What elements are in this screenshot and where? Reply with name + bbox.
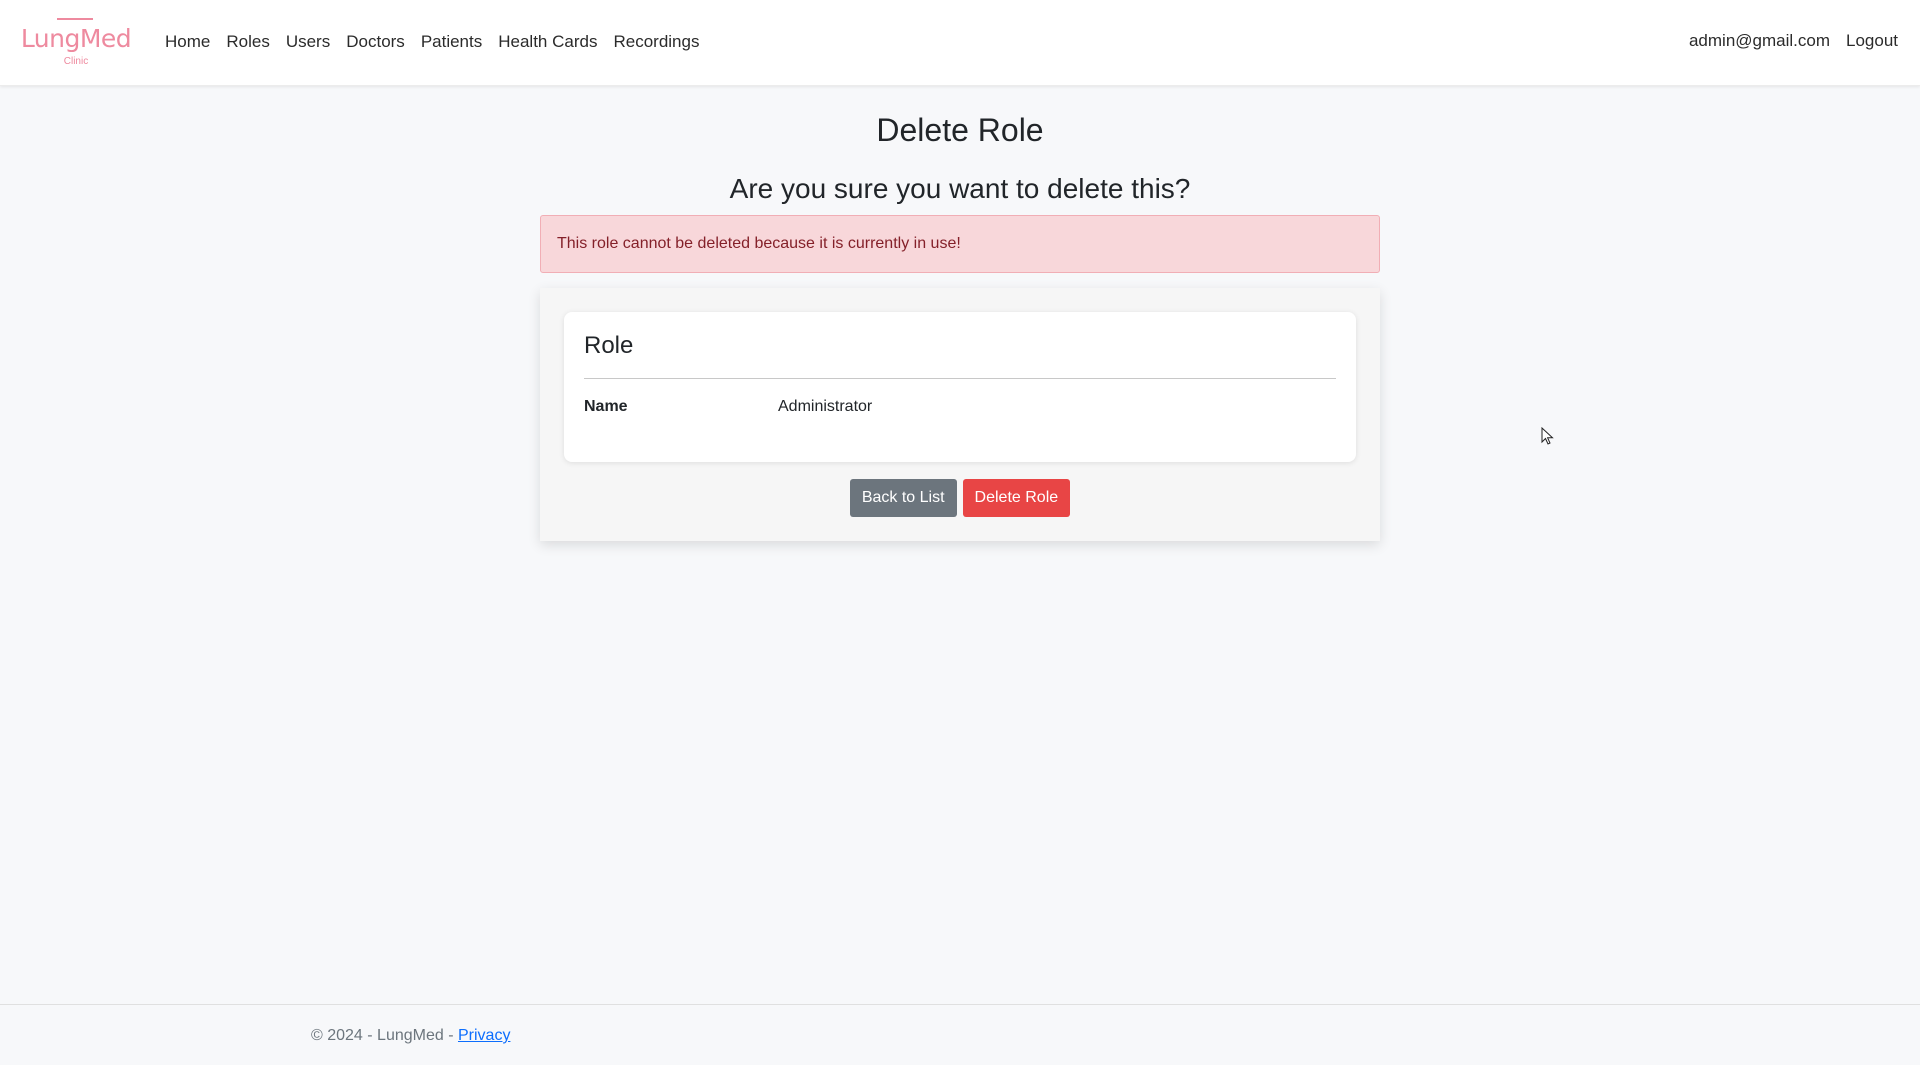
nav-health-cards[interactable]: Health Cards — [490, 32, 605, 52]
nav-doctors[interactable]: Doctors — [338, 32, 413, 52]
nav-home[interactable]: Home — [157, 32, 218, 52]
brand-subtitle: Clinic — [63, 56, 89, 67]
delete-role-button[interactable]: Delete Role — [962, 479, 1071, 517]
user-nav: admin@gmail.com Logout — [1681, 31, 1906, 51]
confirm-question: Are you sure you want to delete this? — [729, 173, 1191, 204]
logout-link[interactable]: Logout — [1838, 31, 1906, 51]
user-email-link[interactable]: admin@gmail.com — [1681, 31, 1838, 51]
card-divider — [584, 378, 1336, 379]
error-alert: This role cannot be deleted because it i… — [540, 215, 1380, 273]
brand-name: LungMed — [20, 24, 132, 53]
footer: © 2024 - LungMed - Privacy — [0, 1004, 1920, 1065]
form-actions: Back to List Delete Role — [540, 479, 1380, 517]
name-value: Administrator — [778, 398, 873, 415]
privacy-link[interactable]: Privacy — [458, 1027, 510, 1044]
nav-patients[interactable]: Patients — [413, 32, 490, 52]
brand-accent-line — [57, 18, 93, 20]
nav-users[interactable]: Users — [278, 32, 338, 52]
mouse-cursor-icon — [1541, 427, 1554, 445]
delete-panel: Role Name Administrator Back to List Del… — [540, 288, 1380, 541]
navbar: LungMed Clinic Home Roles Users Doctors … — [0, 0, 1920, 86]
nav-recordings[interactable]: Recordings — [605, 32, 707, 52]
card-title: Role — [584, 332, 634, 359]
name-label: Name — [584, 398, 628, 415]
back-to-list-button[interactable]: Back to List — [849, 479, 957, 517]
nav-roles[interactable]: Roles — [218, 32, 277, 52]
brand-logo[interactable]: LungMed Clinic — [19, 14, 133, 70]
page-title: Delete Role — [876, 112, 1044, 148]
footer-text: © 2024 - LungMed - Privacy — [311, 1027, 510, 1045]
role-details-card: Role Name Administrator — [564, 312, 1356, 462]
copyright-text: © 2024 - LungMed - — [311, 1027, 458, 1044]
main-nav: Home Roles Users Doctors Patients Health… — [157, 32, 707, 52]
